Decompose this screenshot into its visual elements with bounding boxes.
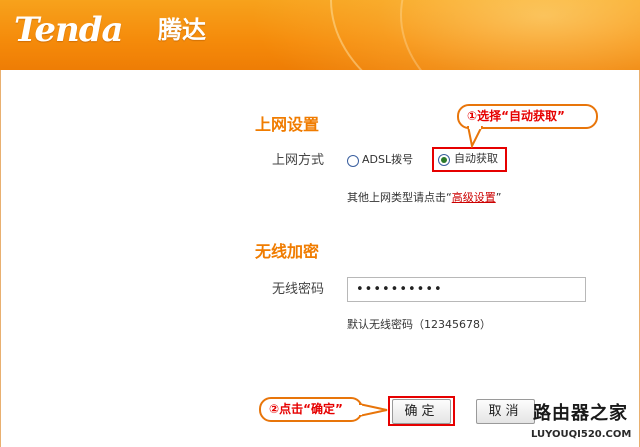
watermark-title: 路由器之家 <box>533 403 628 424</box>
annotation-step2-text: ②点击“确定” <box>269 402 343 416</box>
ok-button[interactable]: 确定 <box>392 399 451 424</box>
annotation-step2: ②点击“确定” <box>259 397 363 422</box>
default-password-hint: 默认无线密码（12345678） <box>347 318 491 331</box>
internet-settings-title: 上网设置 <box>255 115 320 134</box>
wireless-password-label: 无线密码 <box>272 282 325 297</box>
tenda-logo-cn: 腾达 <box>158 16 206 44</box>
wireless-encryption-title: 无线加密 <box>255 242 320 261</box>
advanced-suffix: ” <box>495 191 502 204</box>
radio-auto-label[interactable]: 自动获取 <box>454 151 498 167</box>
cancel-button[interactable]: 取消 <box>476 399 535 424</box>
annotation-step1-pointer <box>466 126 484 148</box>
frame-border-left <box>0 70 1 447</box>
connection-mode-label: 上网方式 <box>272 153 325 168</box>
advanced-settings-hint: 其他上网类型请点击“高级设置” <box>347 190 501 206</box>
watermark-url: LUYOUQI520.COM <box>531 429 632 440</box>
annotation-step2-pointer <box>359 402 388 418</box>
radio-auto[interactable] <box>438 154 450 166</box>
advanced-prefix: 其他上网类型请点击“ <box>347 191 452 204</box>
radio-adsl-label[interactable]: ADSL拨号 <box>362 152 413 168</box>
wireless-password-input[interactable]: •••••••••• <box>347 277 586 302</box>
header-banner: Tenda 腾达 <box>0 0 640 70</box>
radio-adsl[interactable] <box>347 155 359 167</box>
advanced-settings-link[interactable]: 高级设置 <box>452 191 496 204</box>
header-arc <box>400 0 640 70</box>
annotation-step1-text: ①选择“自动获取” <box>467 109 565 123</box>
tenda-logo: Tenda <box>14 10 124 50</box>
